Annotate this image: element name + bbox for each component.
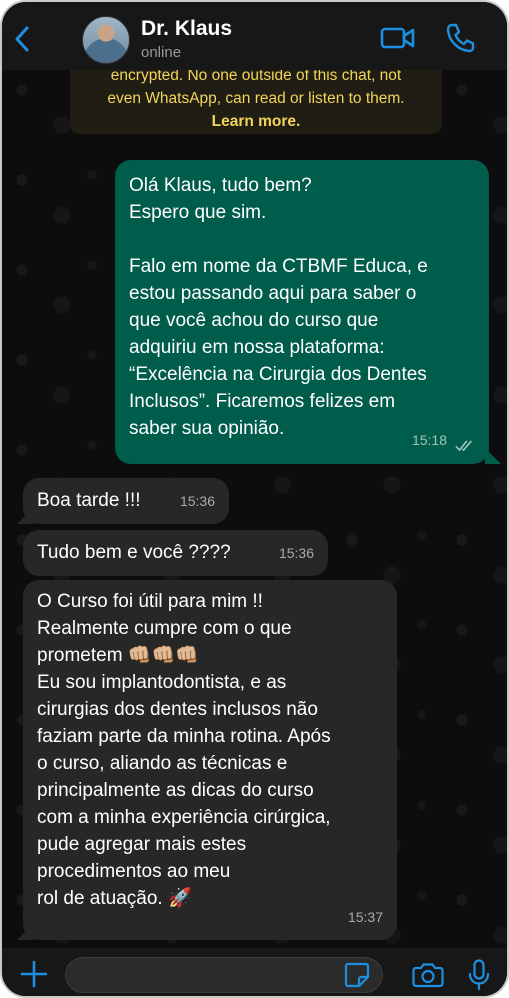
message-text-line: Olá Klaus, tudo bem? [129, 175, 312, 196]
message-bubble-incoming[interactable]: Tudo bem e você ???? 15:36 [23, 530, 328, 576]
phone-screen: Dr. Klaus online encrypted. No one outsi… [0, 0, 509, 998]
message-text-line: “Excelência na Cirurgia dos Dentes [129, 364, 427, 385]
message-time: 15:36 [179, 493, 215, 509]
message-text-line: Realmente cumpre com o que [37, 618, 292, 639]
message-bubble-incoming[interactable]: Boa tarde !!! 15:36 [23, 478, 229, 524]
message-text-line: que você achou do curso que [129, 310, 379, 331]
chat-area[interactable]: encrypted. No one outside of this chat, … [2, 70, 507, 948]
message-text-line: o curso, aliando as técnicas e [37, 753, 288, 774]
message-text-line: estou passando aqui para saber o [129, 283, 417, 304]
message-text-line: Falo em nome da CTBMF Educa, e [129, 256, 428, 277]
plus-icon[interactable] [20, 960, 48, 988]
message-text-line: rol de atuação. 🚀 [37, 888, 192, 909]
message-bubble-outgoing[interactable]: Olá Klaus, tudo bem? Espero que sim. Fal… [115, 160, 489, 464]
camera-icon[interactable] [412, 962, 444, 988]
chevron-left-icon[interactable] [10, 24, 36, 54]
message-text-line: procedimentos ao meu [37, 861, 231, 882]
learn-more-link[interactable]: Learn more. [70, 110, 442, 133]
sticker-icon[interactable] [344, 962, 370, 988]
contact-status: online [141, 44, 182, 61]
message-text-line: O Curso foi útil para mim !! [37, 591, 263, 612]
double-check-read-icon [455, 440, 472, 452]
message-text-line: prometem 👊🏼👊🏼👊🏼 [37, 645, 199, 666]
encryption-text-line-1: encrypted. No one outside of this chat, … [110, 70, 402, 84]
message-text-line: Espero que sim. [129, 202, 267, 223]
bubble-tail [485, 448, 501, 464]
microphone-icon[interactable] [468, 959, 490, 991]
message-text-line: Inclusos”. Ficaremos felizes em [129, 391, 396, 412]
message-input[interactable] [65, 957, 383, 993]
message-text-line: principalmente as dicas do curso [37, 780, 314, 801]
message-text-line: cirurgias dos dentes inclusos não [37, 699, 318, 720]
message-text-line: Eu sou implantodontista, e as [37, 672, 287, 693]
message-time: 15:37 [347, 909, 383, 925]
contact-name[interactable]: Dr. Klaus [141, 17, 232, 41]
avatar[interactable] [82, 16, 130, 64]
message-time: 15:18 [411, 432, 447, 448]
message-bubble-incoming[interactable]: O Curso foi útil para mim !! Realmente c… [23, 580, 397, 940]
message-text-line: com a minha experiência cirúrgica, [37, 807, 331, 828]
composer-bar [2, 948, 507, 996]
message-text-line: faziam parte da minha rotina. Após [37, 726, 331, 747]
encryption-text-line-2: even WhatsApp, can read or listen to the… [107, 90, 405, 107]
message-text-line: pude agregar mais estes [37, 834, 247, 855]
message-text-line: adquiriu em nossa plataforma: [129, 337, 385, 358]
message-text-line: Tudo bem e você ???? [37, 542, 231, 563]
chat-header: Dr. Klaus online [2, 2, 507, 70]
encryption-notice[interactable]: encrypted. No one outside of this chat, … [70, 70, 442, 134]
message-time: 15:36 [278, 545, 314, 561]
video-camera-icon[interactable] [380, 24, 416, 52]
phone-icon[interactable] [445, 22, 475, 54]
